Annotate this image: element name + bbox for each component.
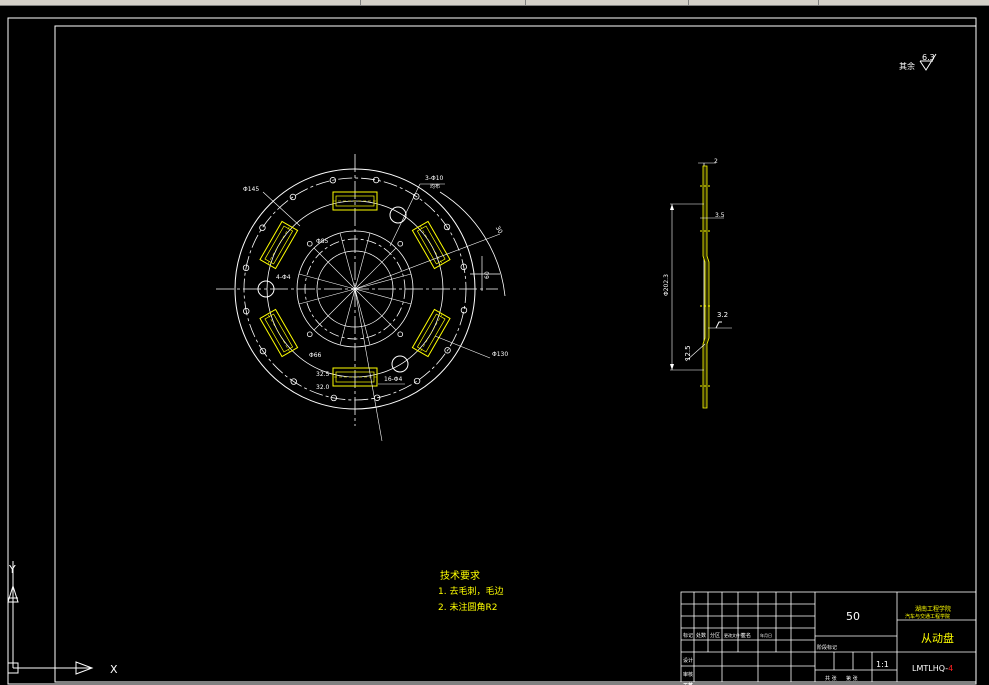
drawing-number: LMTLHQ-4 [912, 664, 953, 673]
svg-text:年月日: 年月日 [760, 632, 772, 638]
spoke-line [313, 288, 356, 331]
friction-pad [411, 308, 451, 358]
spoke-line [298, 288, 356, 305]
small-hole [397, 240, 404, 247]
part-name: 从动盘 [921, 631, 954, 645]
svg-text:Φ202.3: Φ202.3 [663, 274, 670, 296]
small-hole [413, 377, 421, 385]
check-label: 审核 [683, 671, 693, 678]
friction-pad [259, 220, 299, 270]
svg-text:分区: 分区 [710, 632, 720, 639]
spoke-line [354, 288, 371, 346]
spoke-line [354, 232, 371, 290]
svg-text:30: 30 [494, 225, 504, 235]
toolbar-divider [818, 0, 819, 5]
sheets-total: 共 张 [825, 675, 837, 682]
spoke-line [313, 247, 356, 290]
scale-value: 1:1 [876, 660, 889, 669]
ucs-icon: Y X [7, 561, 118, 676]
toolbar-divider [525, 0, 526, 5]
svg-text:标记: 标记 [683, 632, 693, 639]
front-view: Φ145 3-Φ10 均布 Φ85 4-Φ4 Φ66 Φ130 30 60 32… [216, 154, 508, 442]
large-hole [391, 355, 409, 373]
svg-text:32.5: 32.5 [316, 371, 330, 378]
svg-text:均布: 均布 [430, 183, 440, 190]
small-hole [259, 224, 266, 231]
angle-dimension-arc [439, 191, 506, 297]
title-block-text: 50 湖南工程学院 汽车与交通工程学院 从动盘 LMTLHQ-4 1:1 阶段标… [683, 605, 954, 685]
spoke-line [339, 232, 356, 290]
tech-title: 技术要求 [440, 569, 480, 582]
ucs-y-label: Y [8, 563, 16, 576]
spoke-line [298, 273, 356, 290]
title-block-scale-box: 50 [846, 610, 860, 623]
small-hole [306, 240, 313, 247]
small-hole [397, 331, 404, 338]
svg-text:Φ145: Φ145 [243, 186, 259, 193]
svg-text:60: 60 [484, 271, 491, 279]
inner-frame [54, 25, 977, 683]
svg-text:16-Φ4: 16-Φ4 [384, 376, 403, 383]
svg-text:处数: 处数 [696, 632, 706, 639]
svg-text:3.5: 3.5 [715, 212, 725, 219]
svg-text:32.0: 32.0 [316, 384, 330, 391]
svg-text:Φ130: Φ130 [492, 351, 508, 358]
spoke-line [354, 273, 412, 290]
svg-text:Φ66: Φ66 [309, 352, 322, 359]
ucs-x-label: X [110, 663, 118, 676]
large-hole [389, 206, 407, 224]
toolbar-divider [688, 0, 689, 5]
svg-text:Φ85: Φ85 [316, 238, 329, 245]
spoke-line [339, 288, 356, 346]
design-label: 设计 [683, 657, 693, 664]
side-view: 2 3.5 Φ202.3 3.2 12.5 [663, 158, 732, 409]
svg-text:其余: 其余 [899, 61, 915, 71]
svg-text:3.2: 3.2 [717, 311, 728, 319]
toolbar-divider [360, 0, 361, 5]
cad-drawing-canvas[interactable]: 其余 6.3 Φ145 3-Φ10 均布 Φ85 4-Φ4 Φ66 Φ130 3… [0, 6, 989, 685]
tech-item-2: 2. 未注圆角R2 [438, 601, 497, 613]
svg-text:签名: 签名 [741, 632, 751, 639]
surface-finish-note: 其余 6.3 [899, 53, 937, 71]
svg-text:4-Φ4: 4-Φ4 [276, 274, 291, 281]
spoke-line [354, 288, 412, 305]
svg-text:12.5: 12.5 [684, 345, 692, 361]
spoke-line [354, 247, 397, 290]
svg-text:3-Φ10: 3-Φ10 [425, 175, 444, 182]
svg-text:2: 2 [714, 158, 718, 165]
college-name: 汽车与交通工程学院 [905, 613, 950, 620]
sheet-number: 第 张 [846, 675, 858, 682]
technical-requirements: 技术要求 1. 去毛刺，毛边 2. 未注圆角R2 [438, 569, 503, 613]
school-name: 湖南工程学院 [915, 605, 951, 613]
tech-item-1: 1. 去毛刺，毛边 [438, 585, 503, 597]
stage-mark-label: 阶段标记 [817, 644, 837, 651]
small-hole [306, 331, 313, 338]
